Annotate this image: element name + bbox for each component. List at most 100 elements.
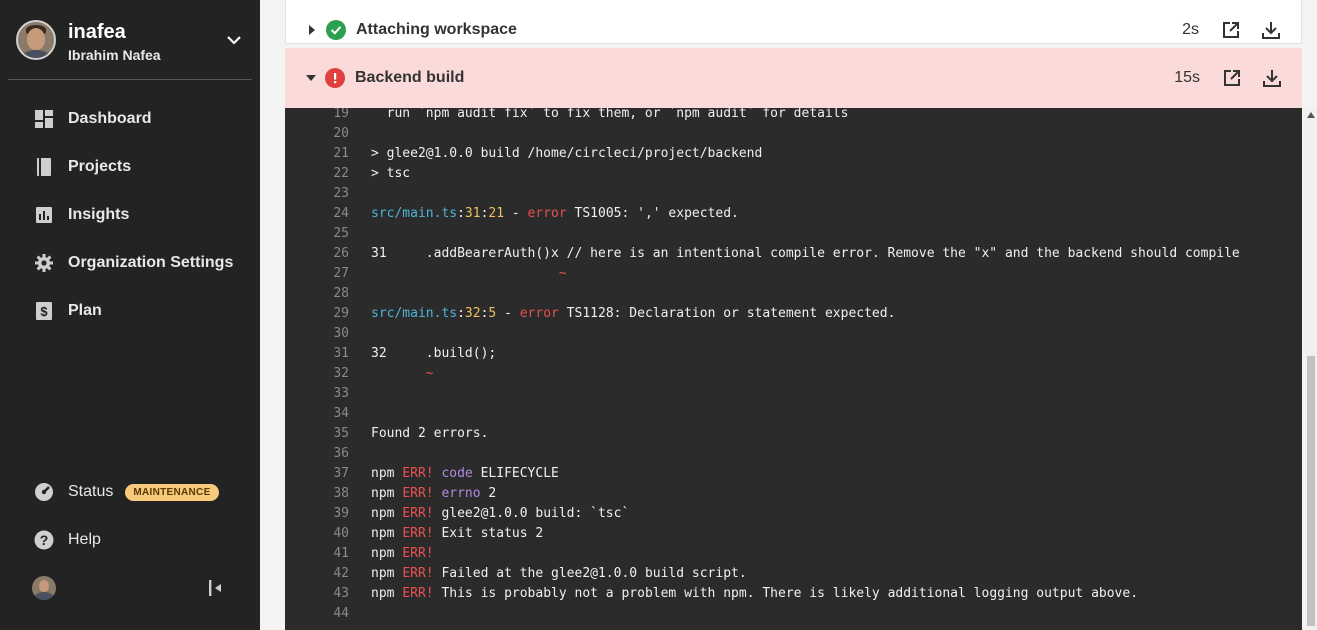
collapse-sidebar-icon[interactable] xyxy=(206,578,226,598)
log-segment: This is probably not a problem with npm.… xyxy=(433,586,1139,601)
scroll-thumb[interactable] xyxy=(1307,356,1315,626)
help-icon: ? xyxy=(34,530,54,550)
success-icon xyxy=(326,20,346,40)
projects-icon xyxy=(34,157,54,177)
dollar-icon: $ xyxy=(34,301,54,321)
open-in-new-icon[interactable] xyxy=(1222,68,1242,88)
build-log-output[interactable]: 19 run `npm audit fix` to fix them, or `… xyxy=(285,108,1302,630)
log-segment: 32 xyxy=(464,306,481,321)
insights-icon xyxy=(34,205,54,225)
log-line-number: 26 xyxy=(333,246,349,261)
log-line-text: npm ERR! xyxy=(371,544,434,564)
sidebar-item-dashboard[interactable]: Dashboard xyxy=(34,107,152,131)
log-line: 26 31 .addBearerAuth()x // here is an int… xyxy=(285,244,1295,264)
org-name: inafea xyxy=(68,21,126,43)
log-line: 27 ~ xyxy=(285,264,1295,284)
log-line-number: 24 xyxy=(333,206,349,221)
step-attaching-workspace[interactable]: Attaching workspace 2s xyxy=(285,0,1302,44)
log-segment: glee2@1.0.0 build: `tsc` xyxy=(433,506,630,521)
svg-text:?: ? xyxy=(40,532,49,548)
log-segment: ELIFECYCLE xyxy=(472,466,559,481)
log-line-number: 31 xyxy=(333,346,349,361)
log-line: 25 xyxy=(285,224,1295,244)
log-segment: error xyxy=(519,306,559,321)
sidebar-item-organization-settings[interactable]: Organization Settings xyxy=(34,251,233,275)
status-icon xyxy=(34,482,54,502)
log-line-number: 36 xyxy=(333,446,349,461)
log-segment: npm xyxy=(371,586,403,601)
log-line: 43 npm ERR! This is probably not a proble… xyxy=(285,584,1295,604)
log-line: 39 npm ERR! glee2@1.0.0 build: `tsc` xyxy=(285,504,1295,524)
log-line-text: src/main.ts:32:5 - error TS1128: Declara… xyxy=(371,304,895,324)
divider xyxy=(8,79,252,80)
log-line-number: 30 xyxy=(333,326,349,341)
sidebar-item-plan[interactable]: $ Plan xyxy=(34,299,102,323)
step-backend-build[interactable]: Backend build 15s xyxy=(285,48,1302,108)
avatar[interactable] xyxy=(32,576,56,600)
step-title: Backend build xyxy=(355,69,465,86)
log-line: 36 xyxy=(285,444,1295,464)
log-segment: ERR! xyxy=(402,506,434,521)
log-line-text: 31 .addBearerAuth()x // here is an inten… xyxy=(371,244,1240,264)
log-segment: errno xyxy=(441,486,481,501)
user-menu[interactable]: inafea Ibrahim Nafea xyxy=(16,20,252,64)
log-segment: npm xyxy=(371,526,403,541)
log-line: 35 Found 2 errors. xyxy=(285,424,1295,444)
gear-icon xyxy=(34,253,54,273)
log-line-number: 23 xyxy=(333,186,349,201)
sidebar: inafea Ibrahim Nafea Dashboard Projects … xyxy=(0,0,260,630)
open-in-new-icon[interactable] xyxy=(1221,20,1241,40)
step-duration: 15s xyxy=(1174,69,1200,86)
log-segment: ~ xyxy=(371,266,567,281)
log-segment: ERR! xyxy=(402,526,434,541)
log-line-text: npm ERR! Failed at the glee2@1.0.0 build… xyxy=(371,564,747,584)
chevron-down-icon[interactable] xyxy=(226,32,242,48)
avatar xyxy=(16,20,56,60)
log-line-text: npm ERR! glee2@1.0.0 build: `tsc` xyxy=(371,504,629,524)
log-line-number: 27 xyxy=(333,266,349,281)
sidebar-item-label: Plan xyxy=(68,302,102,319)
log-scrollbar[interactable] xyxy=(1305,108,1317,630)
caret-right-icon[interactable] xyxy=(304,25,320,35)
log-line-number: 39 xyxy=(333,506,349,521)
status-label: Status xyxy=(68,483,114,500)
log-line-text: npm ERR! errno 2 xyxy=(371,484,496,504)
log-line-number: 38 xyxy=(333,486,349,501)
log-segment: ERR! xyxy=(402,546,434,561)
dashboard-icon xyxy=(34,109,54,129)
download-icon[interactable] xyxy=(1262,68,1282,88)
log-line-number: 44 xyxy=(333,606,349,621)
log-line-text: 32 .build(); xyxy=(371,344,496,364)
log-segment: code xyxy=(441,466,473,481)
log-line: 23 xyxy=(285,184,1295,204)
caret-down-icon[interactable] xyxy=(303,73,319,83)
sidebar-item-label: Dashboard xyxy=(68,110,152,127)
sidebar-item-status[interactable]: Status MAINTENANCE xyxy=(34,480,219,504)
help-label: Help xyxy=(68,531,101,548)
step-duration: 2s xyxy=(1182,21,1199,38)
scroll-up-arrow[interactable] xyxy=(1307,112,1315,118)
log-line-number: 33 xyxy=(333,386,349,401)
log-segment: error xyxy=(527,206,567,221)
log-segment: src/main.ts xyxy=(371,306,458,321)
log-segment: 21 xyxy=(488,206,505,221)
log-line-text: > glee2@1.0.0 build /home/circleci/proje… xyxy=(371,144,762,164)
user-name: Ibrahim Nafea xyxy=(68,47,161,63)
log-segment: TS1005: ',' expected. xyxy=(566,206,739,221)
job-detail: Attaching workspace 2s Backend build 15s… xyxy=(260,0,1317,630)
log-line-number: 22 xyxy=(333,166,349,181)
log-line: 28 xyxy=(285,284,1295,304)
log-line-number: 35 xyxy=(333,426,349,441)
sidebar-item-help[interactable]: ? Help xyxy=(34,528,101,552)
log-line: 33 xyxy=(285,384,1295,404)
log-line: 31 32 .build(); xyxy=(285,344,1295,364)
log-line-number: 32 xyxy=(333,366,349,381)
sidebar-item-insights[interactable]: Insights xyxy=(34,203,129,227)
log-segment: 32 .build(); xyxy=(371,346,497,361)
log-line: 37 npm ERR! code ELIFECYCLE xyxy=(285,464,1295,484)
log-line-number: 34 xyxy=(333,406,349,421)
sidebar-item-projects[interactable]: Projects xyxy=(34,155,131,179)
log-line: 22 > tsc xyxy=(285,164,1295,184)
download-icon[interactable] xyxy=(1261,20,1281,40)
sidebar-item-label: Projects xyxy=(68,158,132,175)
